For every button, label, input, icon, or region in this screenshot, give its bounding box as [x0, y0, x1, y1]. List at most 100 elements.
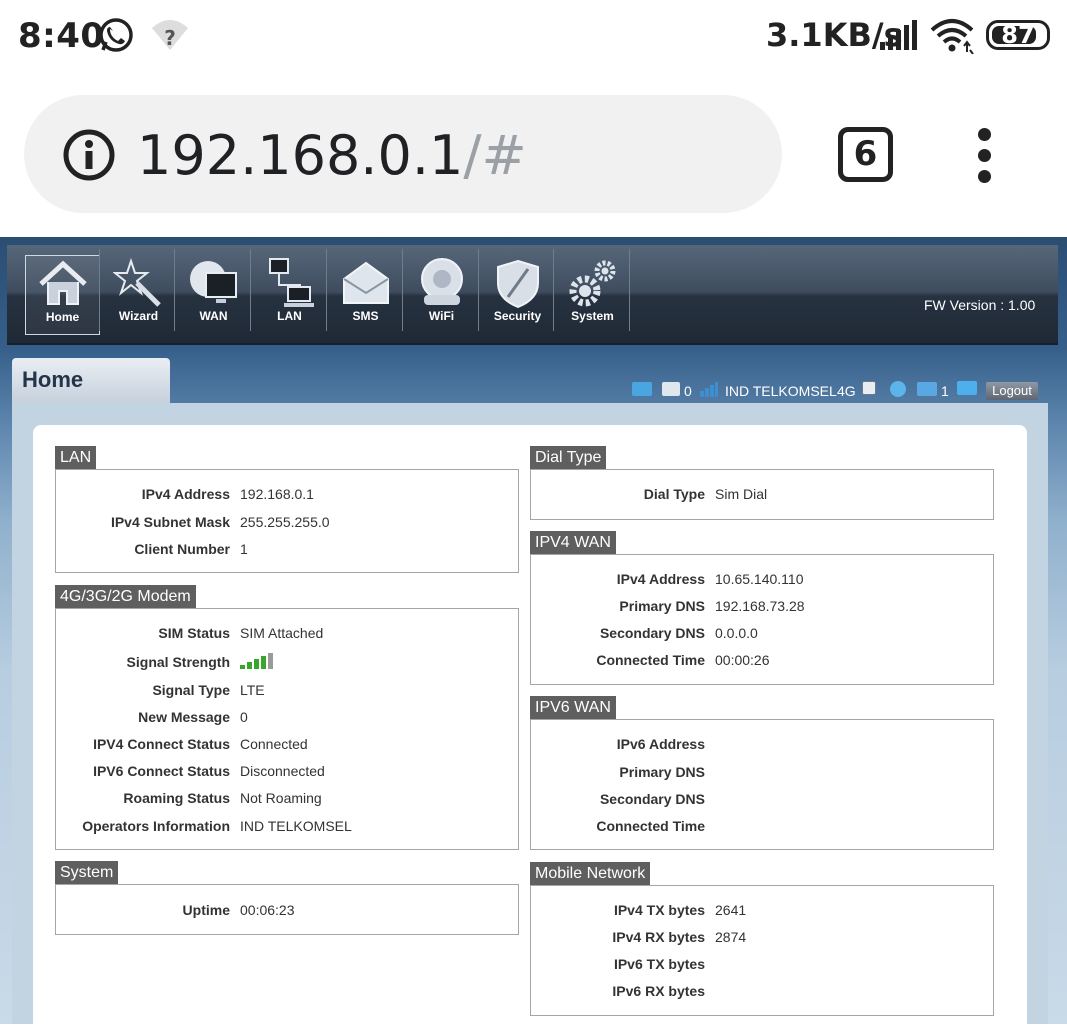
overflow-menu-icon[interactable] [972, 128, 996, 183]
gear-icon [569, 260, 615, 307]
signal-type-label: Signal Type [152, 682, 230, 698]
wan-ipv4-address-label: IPv4 Address [616, 571, 705, 587]
computer-icon [957, 381, 977, 395]
sim-status-value: SIM Attached [240, 625, 324, 641]
ipv4-tx-bytes-label: IPv4 TX bytes [613, 902, 705, 918]
ipv6-address-label: IPv6 Address [616, 736, 705, 752]
nav-wifi-label: WiFi [428, 309, 455, 323]
signal-bar [268, 653, 273, 669]
sim-status-label: SIM Status [158, 625, 230, 641]
lan-icon [268, 258, 314, 307]
nav-wizard-label: Wizard [118, 309, 159, 323]
tab-switcher-button[interactable]: 6 [838, 127, 893, 182]
shield-icon [496, 259, 539, 309]
wizard-icon [112, 257, 161, 307]
signal-strength-bars [240, 653, 273, 669]
ipv4-tx-bytes-value: 2641 [715, 902, 747, 918]
signal-type-value: LTE [240, 682, 265, 698]
page-title: Home [22, 367, 84, 392]
globe-icon [890, 381, 906, 397]
ipv4-wan-section-title: IPV4 WAN [530, 531, 616, 554]
network-type: 4G [837, 383, 856, 399]
new-message-label: New Message [138, 709, 230, 725]
ipv4-connect-status-value: Connected [240, 736, 308, 752]
lan-ipv4-address-value: 192.168.0.1 [240, 486, 314, 502]
url-path: /# [463, 124, 527, 187]
nav-home-label: Home [45, 310, 80, 324]
modem-box [55, 608, 519, 850]
cell-signal-icon [880, 20, 917, 50]
nav-sms[interactable]: SMS [328, 255, 403, 335]
operators-information-value: IND TELKOMSEL [240, 818, 352, 834]
sms-icon [342, 261, 389, 304]
nav-system[interactable]: System [555, 255, 630, 335]
nav-lan[interactable]: LAN [252, 255, 327, 335]
wan-icon [189, 261, 237, 303]
nav-sms-label: SMS [352, 309, 379, 323]
nav-lan-label: LAN [277, 309, 302, 323]
home-icon [38, 260, 87, 305]
lan-section-title: LAN [55, 446, 97, 469]
nav-security[interactable]: Security [480, 255, 555, 335]
uptime-value: 00:06:23 [240, 902, 295, 918]
firmware-version: FW Version : 1.00 [924, 297, 1036, 313]
ipv6-rx-bytes-label: IPv6 RX bytes [612, 983, 705, 999]
url-text[interactable]: 192.168.0.1/# [137, 124, 527, 187]
signal-bar [261, 656, 266, 669]
wan-ipv4-address-value: 10.65.140.110 [715, 571, 804, 587]
wifi-clients-icon [917, 382, 937, 396]
ipv4-connect-status-label: IPV4 Connect Status [93, 736, 230, 752]
client-count: 1 [941, 383, 949, 399]
battery-indicator: 87 [986, 20, 1050, 50]
wifi-unknown-icon: ? [152, 20, 188, 50]
sim-icon [632, 382, 652, 396]
logout-button[interactable]: Logout [986, 382, 1038, 400]
url-host: 192.168.0.1 [137, 124, 464, 187]
whatsapp-icon [99, 18, 133, 52]
battery-level: 87 [1001, 21, 1035, 49]
android-status-bar: 8:40 ? 3.1KB/s 87 [0, 0, 1067, 72]
mobile-network-section-title: Mobile Network [530, 862, 651, 885]
ipv6-primary-dns-label: Primary DNS [619, 764, 705, 780]
nav-wan[interactable]: WAN [176, 255, 251, 335]
dial-type-value: Sim Dial [715, 486, 768, 502]
svg-text:?: ? [164, 26, 176, 50]
nav-home[interactable]: Home [25, 255, 100, 335]
lan-ipv4-address-label: IPv4 Address [141, 486, 230, 502]
nav-wizard[interactable]: Wizard [101, 255, 176, 335]
roaming-status-value: Not Roaming [240, 790, 322, 806]
nav-security-label: Security [493, 309, 542, 323]
wifi-icon [930, 19, 974, 54]
page-tab-home[interactable]: Home [12, 358, 170, 404]
envelope-icon [662, 382, 680, 396]
nav-system-label: System [571, 309, 614, 323]
clock: 8:40 [18, 16, 105, 56]
ipv4-rx-bytes-value: 2874 [715, 929, 747, 945]
wan-primary-dns-label: Primary DNS [619, 598, 705, 614]
mobile-network-box [530, 885, 994, 1016]
dial-section-title: Dial Type [530, 446, 607, 469]
wan-primary-dns-value: 192.168.73.28 [715, 598, 805, 614]
nav-wan-label: WAN [199, 309, 228, 323]
ipv6-connect-status-label: IPV6 Connect Status [93, 763, 230, 779]
info-icon[interactable] [62, 128, 116, 182]
nav-wifi[interactable]: WiFi [404, 255, 479, 335]
system-section-title: System [55, 861, 119, 884]
signal-bar [254, 659, 259, 669]
modem-section-title: 4G/3G/2G Modem [55, 585, 196, 608]
wan-connected-time-label: Connected Time [596, 652, 705, 668]
wan-connected-time-value: 00:00:26 [715, 652, 770, 668]
signal-icon [700, 382, 718, 397]
roaming-r-icon [862, 381, 876, 395]
signal-bar [240, 665, 245, 669]
dial-type-label: Dial Type [643, 486, 705, 502]
signal-strength-label: Signal Strength [126, 654, 230, 670]
new-message-value: 0 [240, 709, 248, 725]
lan-subnet-mask-label: IPv4 Subnet Mask [110, 514, 230, 530]
ipv6-connected-time-label: Connected Time [596, 818, 705, 834]
roaming-status-label: Roaming Status [123, 790, 230, 806]
ipv4-rx-bytes-label: IPv4 RX bytes [612, 929, 705, 945]
top-navigation: Home Wizard WAN LAN SMS WiFi Security Sy… [7, 245, 1058, 345]
wan-secondary-dns-label: Secondary DNS [599, 625, 705, 641]
lan-client-number-label: Client Number [134, 541, 230, 557]
